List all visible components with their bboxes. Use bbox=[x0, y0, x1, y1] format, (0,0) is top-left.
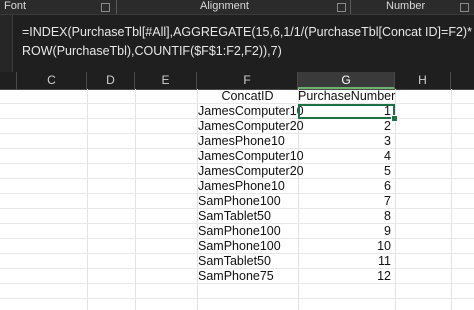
column-header-g[interactable]: G bbox=[298, 72, 395, 89]
column-header-h[interactable]: H bbox=[395, 72, 451, 89]
cell-concatid[interactable]: JamesComputer20 bbox=[197, 164, 304, 179]
table-row: SamTablet50 8 bbox=[0, 209, 474, 224]
formula-line-2: ROW(PurchaseTbl),COUNTIF($F$1:F2,F2)),7) bbox=[22, 44, 282, 58]
active-cell-selection bbox=[298, 104, 395, 119]
cell-concatid[interactable]: JamesPhone10 bbox=[197, 134, 299, 149]
ribbon-group-number-label: Number bbox=[386, 0, 426, 12]
column-header-d[interactable]: D bbox=[87, 72, 135, 89]
worksheet-grid[interactable]: ConcatID PurchaseNumber JamesComputer10 … bbox=[0, 89, 474, 310]
empty-row bbox=[0, 284, 474, 299]
cell-purchasenumber[interactable]: 9 bbox=[298, 224, 395, 239]
font-dialog-launcher-icon[interactable] bbox=[101, 3, 110, 12]
cell-purchasenumber[interactable]: 7 bbox=[298, 194, 395, 209]
ribbon-separator bbox=[116, 0, 117, 14]
table-row: JamesComputer10 1 bbox=[0, 104, 474, 119]
formula-line-1: =INDEX(PurchaseTbl[#All],AGGREGATE(15,6,… bbox=[22, 25, 472, 39]
table-header-row: ConcatID PurchaseNumber bbox=[0, 89, 474, 104]
cell-concatid[interactable]: SamTablet50 bbox=[197, 254, 299, 269]
cell-purchasenumber[interactable]: 10 bbox=[298, 239, 395, 254]
table-row: JamesComputer20 5 bbox=[0, 164, 474, 179]
cell-purchasenumber[interactable]: 12 bbox=[298, 269, 395, 284]
ribbon-group-font-label: Font bbox=[4, 0, 27, 12]
table-row: SamTablet50 11 bbox=[0, 254, 474, 269]
cell-concatid[interactable]: SamTablet50 bbox=[197, 209, 299, 224]
column-header-e[interactable]: E bbox=[135, 72, 197, 89]
cell-concatid[interactable]: JamesPhone10 bbox=[197, 179, 299, 194]
table-row: SamPhone100 9 bbox=[0, 224, 474, 239]
table-row: SamPhone100 10 bbox=[0, 239, 474, 254]
cell-concatid[interactable]: SamPhone75 bbox=[197, 269, 299, 284]
cell-concatid[interactable]: JamesComputer10 bbox=[197, 104, 304, 119]
cell-purchasenumber[interactable]: 2 bbox=[298, 119, 395, 134]
formula-bar[interactable]: =INDEX(PurchaseTbl[#All],AGGREGATE(15,6,… bbox=[0, 14, 474, 73]
number-dialog-launcher-icon[interactable] bbox=[460, 3, 469, 12]
cell-purchasenumber[interactable]: 11 bbox=[298, 254, 395, 269]
formula-bar-left-edge bbox=[0, 15, 13, 73]
table-row: JamesPhone10 6 bbox=[0, 179, 474, 194]
table-row: JamesPhone10 3 bbox=[0, 134, 474, 149]
column-header-next[interactable] bbox=[451, 72, 474, 89]
table-row: SamPhone75 12 bbox=[0, 269, 474, 284]
cell-purchasenumber[interactable]: 8 bbox=[298, 209, 395, 224]
cell-concatid[interactable]: JamesComputer20 bbox=[197, 119, 304, 134]
cell-concatid[interactable]: SamPhone100 bbox=[197, 224, 299, 239]
cell-concatid[interactable]: SamPhone100 bbox=[197, 239, 299, 254]
cell-purchasenumber[interactable]: 6 bbox=[298, 179, 395, 194]
column-header-f[interactable]: F bbox=[197, 72, 298, 89]
cell-purchasenumber[interactable]: 4 bbox=[298, 149, 395, 164]
select-all-corner[interactable] bbox=[0, 72, 17, 89]
cell-concatid[interactable]: SamPhone100 bbox=[197, 194, 299, 209]
fill-handle[interactable] bbox=[391, 115, 398, 122]
header-cell-concatid[interactable]: ConcatID bbox=[197, 89, 298, 104]
table-row: JamesComputer10 4 bbox=[0, 149, 474, 164]
alignment-dialog-launcher-icon[interactable] bbox=[337, 3, 346, 12]
table-row: JamesComputer20 2 bbox=[0, 119, 474, 134]
ribbon-group-labels: Font Alignment Number bbox=[0, 0, 474, 14]
table-row: SamPhone100 7 bbox=[0, 194, 474, 209]
column-headers: C D E F G H bbox=[0, 72, 474, 90]
ribbon-separator bbox=[350, 0, 351, 14]
cell-purchasenumber[interactable]: 3 bbox=[298, 134, 395, 149]
cell-concatid[interactable]: JamesComputer10 bbox=[197, 149, 304, 164]
header-cell-purchasenumber[interactable]: PurchaseNumber bbox=[298, 89, 395, 104]
cell-purchasenumber[interactable]: 5 bbox=[298, 164, 395, 179]
formula-text[interactable]: =INDEX(PurchaseTbl[#All],AGGREGATE(15,6,… bbox=[22, 23, 472, 61]
column-header-c[interactable]: C bbox=[17, 72, 87, 89]
ribbon-group-alignment-label: Alignment bbox=[200, 0, 249, 12]
